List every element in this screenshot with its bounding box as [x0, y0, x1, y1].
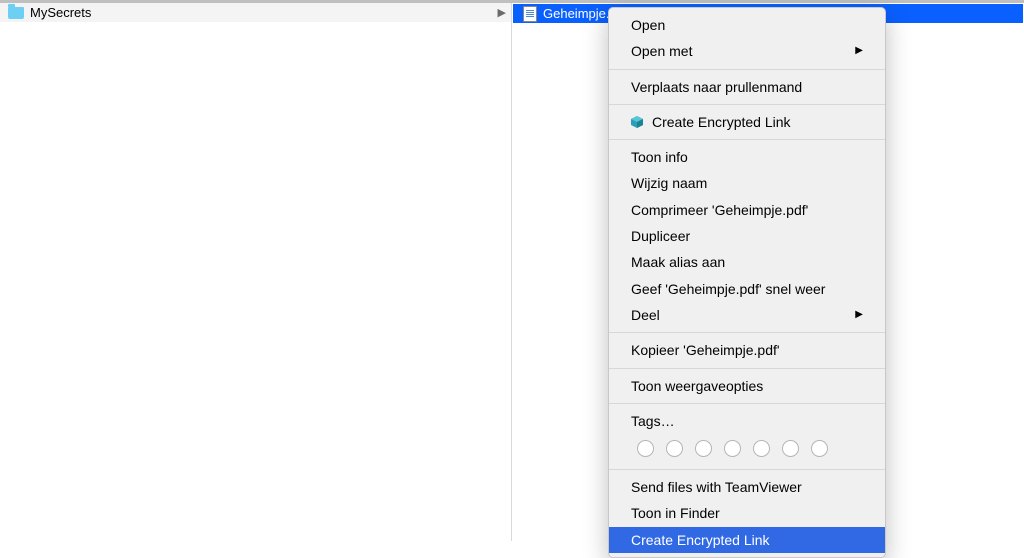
menu-label: Toon in Finder [631, 503, 720, 523]
menu-copy[interactable]: Kopieer 'Geheimpje.pdf' [609, 337, 885, 363]
menu-label: Dupliceer [631, 226, 690, 246]
menu-open[interactable]: Open [609, 12, 885, 38]
menu-rename[interactable]: Wijzig naam [609, 170, 885, 196]
menu-label: Create Encrypted Link [631, 530, 770, 550]
menu-open-with[interactable]: Open met ▶ [609, 38, 885, 64]
menu-label: Maak alias aan [631, 252, 725, 272]
menu-separator [609, 139, 885, 140]
folder-row-mysecrets[interactable]: MySecrets ▶ [0, 3, 511, 22]
chevron-right-icon: ▶ [855, 44, 863, 59]
menu-label: Wijzig naam [631, 173, 707, 193]
menu-label: Tags… [631, 411, 675, 431]
menu-label: Geef 'Geheimpje.pdf' snel weer [631, 279, 825, 299]
chevron-right-icon: ▶ [498, 6, 506, 19]
menu-separator [609, 368, 885, 369]
menu-separator [609, 104, 885, 105]
cube-icon [630, 115, 644, 129]
menu-duplicate[interactable]: Dupliceer [609, 223, 885, 249]
menu-label: Kopieer 'Geheimpje.pdf' [631, 340, 780, 360]
folder-label: MySecrets [30, 5, 494, 20]
tag-color-5[interactable] [753, 440, 770, 457]
menu-label: Open met [631, 41, 692, 61]
tag-color-1[interactable] [637, 440, 654, 457]
menu-label: Send files with TeamViewer [631, 477, 802, 497]
menu-compress[interactable]: Comprimeer 'Geheimpje.pdf' [609, 197, 885, 223]
tag-color-6[interactable] [782, 440, 799, 457]
menu-create-encrypted-link-bottom[interactable]: Create Encrypted Link [609, 527, 885, 553]
menu-send-teamviewer[interactable]: Send files with TeamViewer [609, 474, 885, 500]
menu-separator [609, 403, 885, 404]
menu-quicklook[interactable]: Geef 'Geheimpje.pdf' snel weer [609, 276, 885, 302]
finder-column-1: MySecrets ▶ [0, 3, 512, 541]
document-icon [523, 6, 537, 22]
menu-label: Open [631, 15, 665, 35]
tag-color-2[interactable] [666, 440, 683, 457]
tag-color-7[interactable] [811, 440, 828, 457]
menu-separator [609, 469, 885, 470]
menu-label: Comprimeer 'Geheimpje.pdf' [631, 200, 808, 220]
tag-color-row [609, 434, 885, 465]
menu-tags[interactable]: Tags… [609, 408, 885, 434]
menu-label: Create Encrypted Link [652, 112, 791, 132]
menu-view-options[interactable]: Toon weergaveopties [609, 373, 885, 399]
menu-show-info[interactable]: Toon info [609, 144, 885, 170]
menu-move-to-trash[interactable]: Verplaats naar prullenmand [609, 74, 885, 100]
folder-icon [8, 7, 24, 19]
menu-create-encrypted-link-top[interactable]: Create Encrypted Link [609, 109, 885, 135]
menu-label: Verplaats naar prullenmand [631, 77, 802, 97]
menu-label: Toon info [631, 147, 688, 167]
menu-label: Deel [631, 305, 660, 325]
menu-make-alias[interactable]: Maak alias aan [609, 249, 885, 275]
menu-separator [609, 332, 885, 333]
context-menu: Open Open met ▶ Verplaats naar prullenma… [608, 7, 886, 558]
menu-share[interactable]: Deel ▶ [609, 302, 885, 328]
tag-color-3[interactable] [695, 440, 712, 457]
tag-color-4[interactable] [724, 440, 741, 457]
menu-label: Toon weergaveopties [631, 376, 763, 396]
menu-separator [609, 69, 885, 70]
menu-show-in-finder[interactable]: Toon in Finder [609, 500, 885, 526]
chevron-right-icon: ▶ [855, 308, 863, 323]
